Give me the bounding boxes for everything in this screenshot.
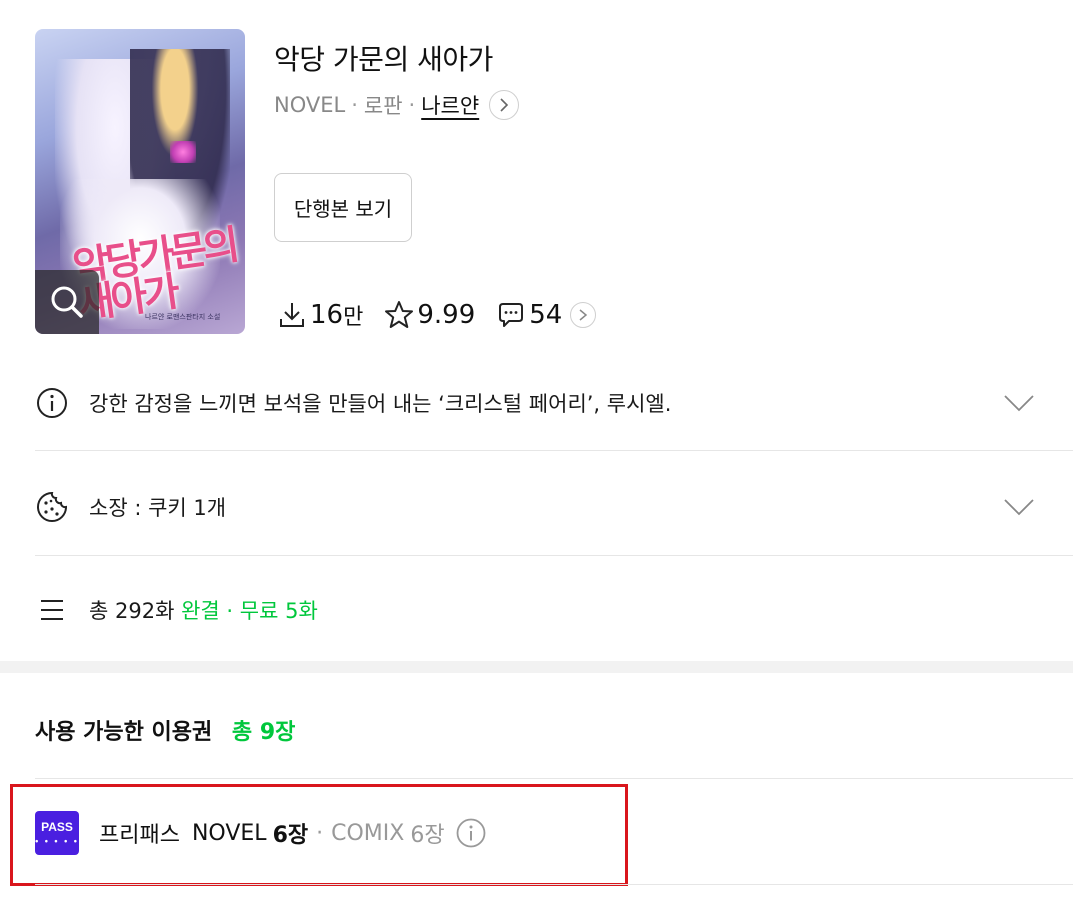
episodes-status: 완결 [181,599,220,623]
chevron-right-icon [500,98,509,112]
episodes-total: 총 292화 [89,599,175,623]
book-title: 악당 가문의 새아가 [274,43,493,76]
meta-separator: · [351,93,358,117]
divider [35,884,1073,885]
download-value: 16 [310,300,344,330]
chevron-down-icon[interactable] [1003,497,1035,517]
cover-art-gem [170,141,196,163]
ownership-text: 소장 : 쿠키 1개 [89,496,227,520]
divider [35,555,1073,556]
list-icon [41,600,63,620]
comment-count[interactable]: 54 [495,299,562,331]
tickets-total: 총 9장 [231,720,296,745]
author-link[interactable]: 나르얀 [421,90,479,120]
meta-separator: · [408,93,416,117]
author-more-button[interactable] [489,90,520,120]
cover-zoom-button[interactable] [35,270,99,334]
page: 악당가문의 새아가 나르얀 로맨스판타지 소설 악당 가문의 새아가 NOVEL… [0,0,1073,909]
comments-more-button[interactable] [570,302,597,328]
tickets-header: 사용 가능한 이용권 총 9장 [35,714,295,746]
highlight-box [10,784,628,886]
section-gap [0,661,1073,673]
ownership-row[interactable]: 소장 : 쿠키 1개 [35,487,1073,527]
episodes-separator: · [226,599,234,623]
synopsis-text: 강한 감정을 느끼면 보석을 만들어 내는 ‘크리스털 페어리’, 루시엘. [89,392,672,416]
chevron-right-icon [579,309,588,321]
tickets-title: 사용 가능한 이용권 [35,720,213,745]
rating: 9.99 [383,299,475,331]
search-icon [51,286,83,318]
comment-value: 54 [529,300,563,330]
book-genre: 로판 [363,94,403,118]
book-cover[interactable]: 악당가문의 새아가 나르얀 로맨스판타지 소설 [35,29,245,334]
download-unit: 만 [343,305,364,330]
comment-icon [499,303,524,327]
download-count: 16 만 [276,299,363,331]
book-meta: NOVEL · 로판 · 나르얀 [274,90,520,120]
download-icon [280,303,304,327]
episodes-text: 총 292화 완결 · 무료 5화 [89,595,318,625]
episodes-row[interactable]: 총 292화 완결 · 무료 5화 [35,590,1073,630]
volume-view-button[interactable]: 단행본 보기 [274,173,412,242]
star-icon [385,301,414,328]
cover-author: 나르얀 로맨스판타지 소설 [145,313,221,321]
chevron-down-icon[interactable] [1003,393,1035,413]
divider [35,778,1073,779]
episodes-free: 무료 5화 [239,599,318,623]
divider [35,450,1073,451]
cookie-icon [37,491,68,522]
book-category: NOVEL [274,93,346,117]
info-icon [37,388,67,418]
synopsis-row[interactable]: 강한 감정을 느끼면 보석을 만들어 내는 ‘크리스털 페어리’, 루시엘. [35,383,1073,423]
book-stats: 16 만 9.99 54 [276,295,597,335]
rating-value: 9.99 [417,300,476,330]
